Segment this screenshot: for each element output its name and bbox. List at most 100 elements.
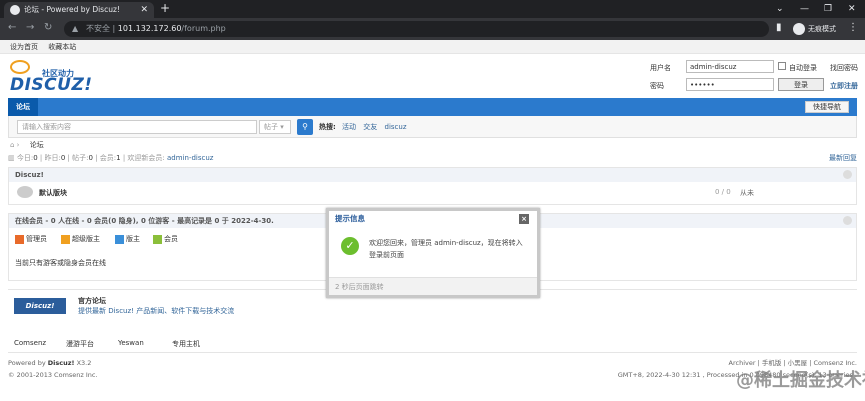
- text-links: Comsenz 漫游平台 Yeswan 专用主机: [8, 333, 857, 353]
- stat-members: 1: [116, 154, 121, 162]
- legend-member: 会员: [153, 234, 178, 244]
- collapse-toggle-icon[interactable]: [843, 216, 852, 225]
- sidebar-icon[interactable]: ▮: [776, 22, 782, 33]
- search-scope-select[interactable]: 帖子 ▾: [259, 120, 291, 134]
- link-hosting[interactable]: 专用主机: [172, 339, 200, 349]
- hot-term[interactable]: 活动: [342, 123, 356, 131]
- partner-desc: 提供最新 Discuz! 产品新闻、软件下载与技术交流: [78, 307, 235, 315]
- copyright: © 2001-2013 Comsenz Inc.: [8, 371, 98, 379]
- site-topbar: 设为首页 收藏本站: [0, 40, 865, 54]
- new-tab-button[interactable]: +: [160, 1, 170, 15]
- tab-title: 论坛 - Powered by Discuz!: [24, 5, 120, 14]
- forum-category: Discuz! 默认版块 0 / 0 从未: [8, 167, 857, 205]
- remember-checkbox[interactable]: [778, 62, 786, 70]
- dialog-message: 欢迎您回来，管理员 admin-discuz，现在将转入登录前页面: [369, 239, 523, 259]
- warning-icon: ▲: [72, 24, 79, 33]
- stat-posts: 0: [88, 154, 93, 162]
- watermark: @稀土掘金技术社区: [736, 370, 865, 391]
- forum-bubble-icon: [17, 186, 33, 198]
- online-note: 当前只有游客或隐身会员在线: [15, 259, 106, 267]
- username-label: 用户名: [650, 64, 671, 72]
- incognito-profile[interactable]: 无痕模式: [793, 21, 836, 37]
- home-icon[interactable]: ⌂ ›: [10, 141, 19, 149]
- forum-last-post: 从未: [740, 189, 754, 197]
- dialog-header: 提示信息 ×: [329, 211, 537, 227]
- breadcrumb-current[interactable]: 论坛: [30, 141, 44, 149]
- partner-name[interactable]: 官方论坛: [78, 296, 106, 306]
- quick-nav-button[interactable]: 快捷导航: [805, 101, 849, 113]
- close-window-icon[interactable]: ✕: [848, 0, 856, 18]
- minimize-icon[interactable]: —: [800, 0, 809, 18]
- super-mod-icon: [61, 234, 70, 244]
- forum-stats: ▥ 今日:0 | 昨日:0 | 帖子:0 | 会员:1 | 欢迎新会员: adm…: [8, 152, 857, 164]
- browser-tab[interactable]: 论坛 - Powered by Discuz! ✕: [4, 2, 154, 18]
- hot-term[interactable]: discuz: [385, 123, 407, 131]
- site-header: 社区动力 DISCUZ! 用户名 admin-discuz 自动登录 找回密码 …: [0, 54, 865, 98]
- powered-by: Powered by Discuz! X3.2: [8, 359, 92, 367]
- member-icon: [153, 234, 162, 244]
- forgot-password-link[interactable]: 找回密码: [830, 63, 858, 73]
- partner-logo[interactable]: Discuz! Board: [14, 298, 66, 326]
- chart-icon[interactable]: ▥: [8, 154, 15, 162]
- legend-admin: 管理员: [15, 234, 47, 244]
- bookmark-link[interactable]: 收藏本站: [48, 43, 76, 51]
- legend-super-mod: 超级版主: [61, 234, 100, 244]
- username-field[interactable]: admin-discuz: [686, 60, 774, 73]
- search-icon: ⚲: [302, 122, 308, 131]
- search-input[interactable]: 请输入搜索内容: [17, 120, 257, 134]
- search-bar: 请输入搜索内容 帖子 ▾ ⚲ 热搜: 活动 交友 discuz: [8, 116, 857, 138]
- link-comsenz[interactable]: Comsenz: [14, 339, 46, 347]
- forum-name[interactable]: 默认版块: [39, 188, 67, 198]
- close-tab-icon[interactable]: ✕: [140, 2, 148, 18]
- nav-item-forum[interactable]: 论坛: [8, 98, 38, 116]
- url-path: /forum.php: [181, 24, 226, 33]
- hot-term[interactable]: 交友: [363, 123, 377, 131]
- site-footer: Powered by Discuz! X3.2 © 2001-2013 Coms…: [8, 353, 857, 383]
- online-title[interactable]: 在线会员 - 0 人在线 - 0 会员(0 隐身), 0 位游客 - 最高记录是…: [15, 217, 274, 225]
- search-button[interactable]: ⚲: [297, 119, 313, 135]
- latest-replies-link[interactable]: 最新回复: [829, 152, 857, 164]
- link-manyou[interactable]: 漫游平台: [66, 339, 94, 349]
- menu-icon[interactable]: ⋮: [848, 22, 858, 33]
- restore-icon[interactable]: ❐: [824, 0, 832, 18]
- collapse-toggle-icon[interactable]: [843, 170, 852, 179]
- register-link[interactable]: 立即注册: [830, 81, 858, 91]
- link-yeswan[interactable]: Yeswan: [118, 339, 144, 347]
- password-field[interactable]: ••••••: [686, 78, 774, 91]
- address-bar: ← → ↻ ▲ 不安全 | 101.132.172.60/forum.php ▮…: [0, 18, 865, 40]
- hot-searches: 热搜: 活动 交友 discuz: [319, 122, 412, 132]
- check-icon: ✓: [341, 237, 359, 255]
- dialog-title: 提示信息: [335, 214, 365, 223]
- admin-icon: [15, 234, 24, 244]
- main-nav: 论坛 快捷导航: [8, 98, 857, 116]
- breadcrumb: ⌂ › 论坛: [8, 138, 857, 152]
- category-header: Discuz!: [9, 168, 856, 182]
- login-button[interactable]: 登录: [778, 78, 824, 91]
- tab-search-icon[interactable]: ⌄: [776, 0, 784, 18]
- category-title[interactable]: Discuz!: [15, 171, 44, 179]
- url-host: 101.132.172.60: [117, 24, 182, 33]
- mod-icon: [115, 234, 124, 244]
- stat-yesterday: 0: [60, 154, 66, 162]
- browser-tab-strip: 论坛 - Powered by Discuz! ✕ + ⌄ — ❐ ✕: [0, 0, 865, 18]
- dialog-footer[interactable]: 2 秒后页面跳转: [329, 277, 537, 295]
- forward-icon[interactable]: →: [26, 22, 34, 33]
- close-icon[interactable]: ×: [519, 214, 529, 224]
- set-home-link[interactable]: 设为首页: [10, 43, 38, 51]
- notice-dialog: 提示信息 × ✓ 欢迎您回来，管理员 admin-discuz，现在将转入登录前…: [326, 208, 540, 298]
- logo-name: DISCUZ!: [10, 75, 93, 95]
- legend-mod: 版主: [115, 234, 140, 244]
- insecure-label: 不安全: [86, 24, 110, 33]
- forum-row: 默认版块 0 / 0 从未: [9, 182, 856, 204]
- product-link[interactable]: Discuz!: [48, 359, 75, 367]
- back-icon[interactable]: ←: [8, 22, 16, 33]
- reload-icon[interactable]: ↻: [44, 22, 52, 33]
- url-field[interactable]: ▲ 不安全 | 101.132.172.60/forum.php: [64, 21, 769, 37]
- remember-label: 自动登录: [789, 64, 817, 72]
- stat-today: 0: [33, 154, 38, 162]
- incognito-icon: [793, 23, 805, 35]
- forum-counts: 0 / 0: [715, 188, 731, 196]
- login-form: 用户名 admin-discuz 自动登录 找回密码 密码 •••••• 登录 …: [650, 60, 860, 94]
- globe-icon: [10, 5, 20, 15]
- newest-member-link[interactable]: admin-discuz: [167, 154, 213, 162]
